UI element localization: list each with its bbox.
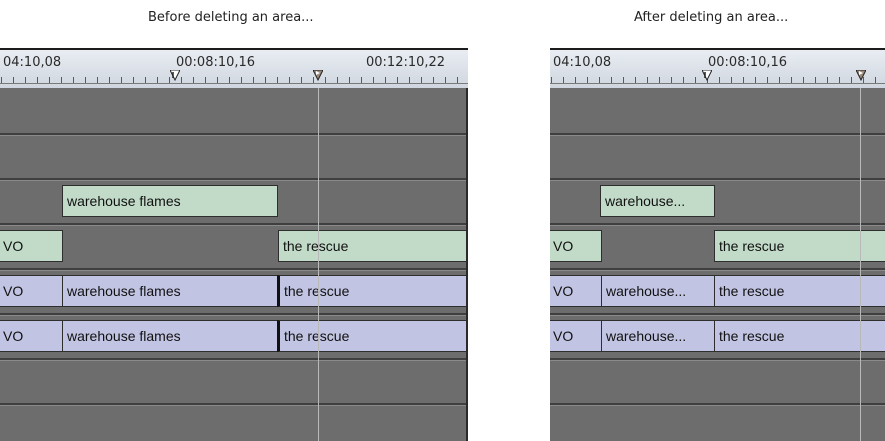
track-divider <box>0 313 468 316</box>
audio-clip[interactable]: the rescue <box>277 320 468 352</box>
track-divider <box>550 178 885 181</box>
mark-in-marker-icon[interactable] <box>170 70 180 82</box>
track-divider <box>0 268 468 271</box>
track-divider <box>0 403 468 406</box>
audio-clip[interactable]: the rescue <box>278 230 468 262</box>
track-divider <box>550 358 885 361</box>
timecode-ruler[interactable]: 04:10,08 00:08:10,16 <box>550 48 885 88</box>
track-divider <box>550 268 885 271</box>
track-divider <box>550 313 885 316</box>
video-clip[interactable]: warehouse... <box>600 185 715 217</box>
audio-clip[interactable]: VO <box>550 320 602 352</box>
mark-out-marker-icon[interactable] <box>313 70 323 82</box>
playhead-line[interactable] <box>860 88 861 441</box>
audio-clip[interactable]: VO <box>550 275 602 307</box>
audio-clip[interactable]: VO <box>0 230 63 262</box>
ruler-baseline <box>0 83 468 84</box>
track-divider <box>550 403 885 406</box>
audio-clip[interactable]: warehouse... <box>601 275 715 307</box>
ruler-timecode: 00:12:10,22 <box>366 55 446 70</box>
audio-clip[interactable]: VO <box>0 320 63 352</box>
timeline-before[interactable]: 04:10,08 00:08:10,16 00:12:10,22 warehou… <box>0 48 468 441</box>
track-divider <box>0 223 468 226</box>
track-divider <box>0 178 468 181</box>
panel-right-border <box>466 88 468 441</box>
audio-clip[interactable]: warehouse flames <box>62 320 279 352</box>
track-divider <box>550 223 885 226</box>
video-clip[interactable]: warehouse flames <box>62 185 278 217</box>
audio-clip[interactable]: warehouse flames <box>62 275 279 307</box>
audio-clip[interactable]: warehouse... <box>601 320 715 352</box>
audio-clip[interactable]: VO <box>550 230 602 262</box>
ruler-timecode: 04:10,08 <box>3 55 62 70</box>
mark-out-marker-icon[interactable] <box>856 70 866 82</box>
mark-in-marker-icon[interactable] <box>702 70 712 82</box>
track-divider <box>0 133 468 136</box>
ruler-timecode: 04:10,08 <box>553 55 612 70</box>
timeline-after[interactable]: 04:10,08 00:08:10,16 warehouse... VO the… <box>550 48 885 441</box>
ruler-baseline <box>550 83 885 84</box>
track-divider <box>0 358 468 361</box>
audio-clip[interactable]: VO <box>0 275 63 307</box>
after-caption: After deleting an area... <box>634 10 789 25</box>
track-divider <box>550 133 885 136</box>
ruler-timecode: 00:08:10,16 <box>176 55 256 70</box>
audio-clip[interactable]: the rescue <box>277 275 468 307</box>
timecode-ruler[interactable]: 04:10,08 00:08:10,16 00:12:10,22 <box>0 48 468 88</box>
before-caption: Before deleting an area... <box>148 10 314 25</box>
ruler-timecode: 00:08:10,16 <box>708 55 788 70</box>
playhead-line[interactable] <box>318 88 319 441</box>
